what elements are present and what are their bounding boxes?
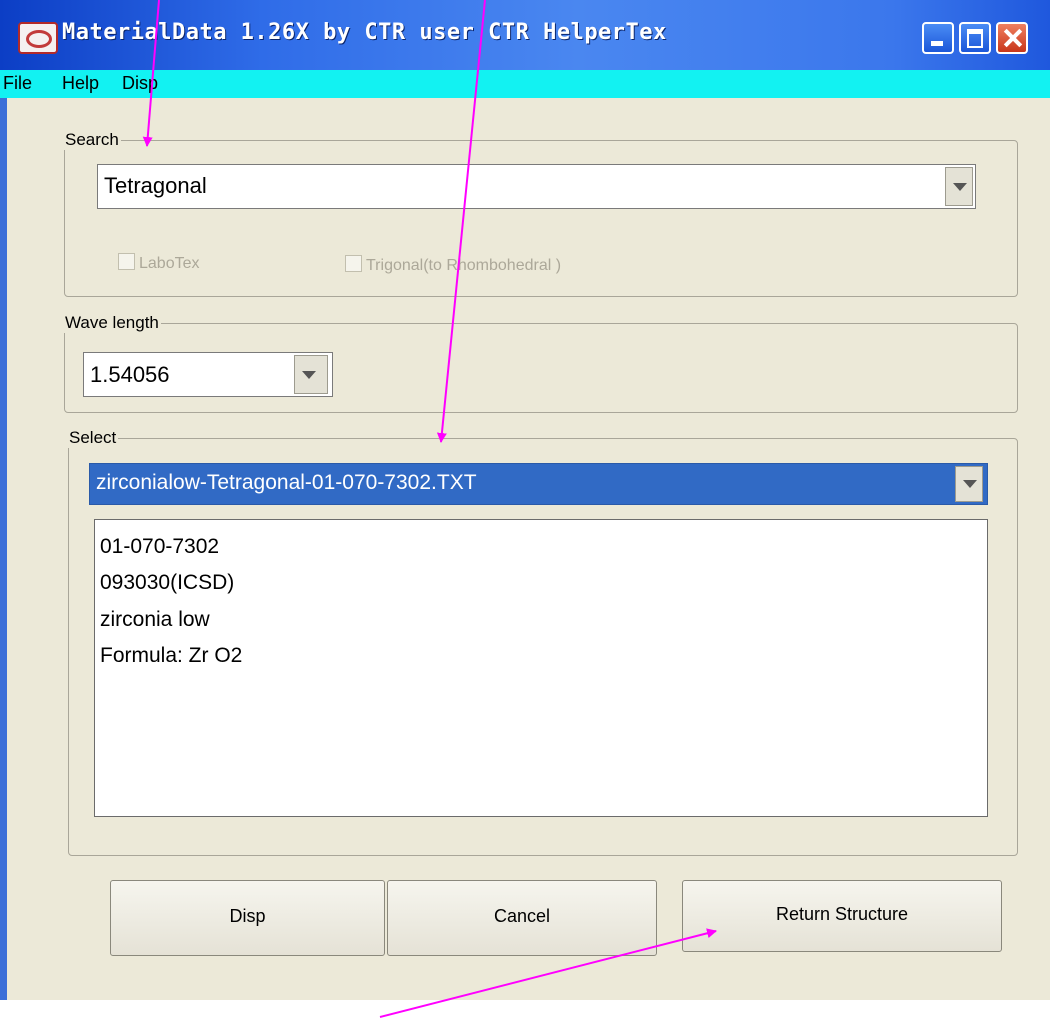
chevron-down-icon[interactable] bbox=[294, 355, 328, 394]
file-select-dropdown[interactable]: zirconialow-Tetragonal-01-070-7302.TXT bbox=[89, 463, 988, 505]
app-window: MaterialData 1.26X by CTR user CTR Helpe… bbox=[0, 0, 1050, 1000]
disp-button-label: Disp bbox=[229, 906, 266, 926]
select-legend: Select bbox=[69, 428, 117, 447]
disp-button[interactable]: Disp bbox=[110, 880, 385, 956]
file-select-value: zirconialow-Tetragonal-01-070-7302.TXT bbox=[96, 471, 477, 494]
maximize-icon[interactable] bbox=[959, 22, 991, 54]
details-line: zirconia low bbox=[100, 608, 210, 631]
trigonal-label: Trigonal(to Rhombohedral ) bbox=[366, 257, 562, 274]
cancel-button-label: Cancel bbox=[493, 906, 551, 926]
details-line: Formula: Zr O2 bbox=[100, 644, 243, 667]
minimize-icon[interactable] bbox=[922, 22, 954, 54]
menu-help[interactable]: Help bbox=[62, 73, 99, 94]
menu-file[interactable]: File bbox=[3, 73, 32, 94]
return-structure-button[interactable]: Return Structure bbox=[682, 880, 1002, 952]
window-left-border bbox=[0, 98, 7, 1000]
details-line: 01-070-7302 bbox=[100, 535, 220, 558]
app-icon bbox=[18, 22, 58, 54]
chevron-down-icon[interactable] bbox=[945, 167, 973, 206]
wavelength-dropdown-value: 1.54056 bbox=[90, 362, 170, 387]
cancel-button[interactable]: Cancel bbox=[387, 880, 657, 956]
wavelength-legend: Wave length bbox=[65, 313, 159, 332]
chevron-down-icon[interactable] bbox=[955, 466, 983, 502]
labotex-checkbox[interactable]: LaboTex bbox=[118, 253, 200, 273]
trigonal-checkbox[interactable]: Trigonal(to Rhombohedral ) bbox=[345, 255, 561, 275]
search-dropdown[interactable]: Tetragonal bbox=[97, 164, 976, 209]
details-text-area[interactable]: 01-070-7302 093030(ICSD) zirconia low Fo… bbox=[94, 519, 988, 817]
search-dropdown-value: Tetragonal bbox=[104, 173, 207, 198]
checkbox-box[interactable] bbox=[118, 253, 135, 270]
return-structure-button-label: Return Structure bbox=[775, 904, 909, 924]
search-legend: Search bbox=[65, 130, 119, 149]
menu-bar: File Help Disp bbox=[0, 70, 1050, 98]
details-line: 093030(ICSD) bbox=[100, 571, 235, 594]
checkbox-box[interactable] bbox=[345, 255, 362, 272]
wavelength-dropdown[interactable]: 1.54056 bbox=[83, 352, 333, 397]
title-bar[interactable]: MaterialData 1.26X by CTR user CTR Helpe… bbox=[0, 0, 1050, 70]
window-title: MaterialData 1.26X by CTR user CTR Helpe… bbox=[62, 20, 667, 45]
menu-disp[interactable]: Disp bbox=[122, 73, 158, 94]
close-icon[interactable] bbox=[996, 22, 1028, 54]
labotex-label: LaboTex bbox=[139, 255, 200, 272]
